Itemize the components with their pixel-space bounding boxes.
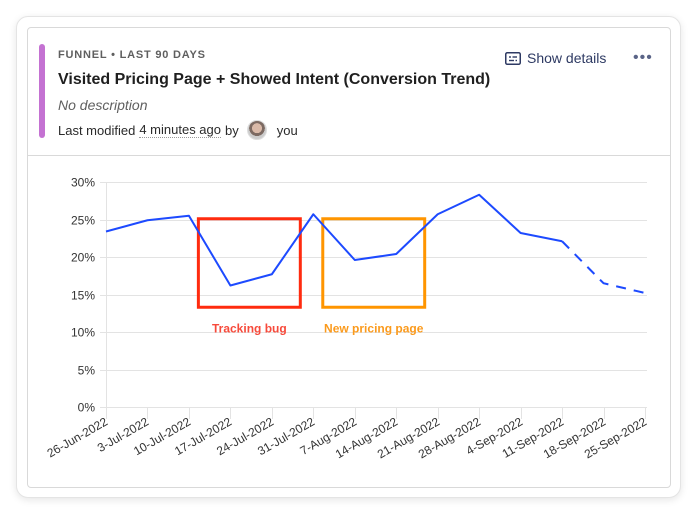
series-line-solid xyxy=(105,193,563,287)
data-point[interactable] xyxy=(144,217,150,223)
data-point[interactable] xyxy=(476,192,482,198)
data-point[interactable] xyxy=(435,211,441,217)
data-point[interactable] xyxy=(559,238,565,244)
data-point[interactable] xyxy=(186,213,192,219)
data-point[interactable] xyxy=(227,283,233,289)
y-tick-label: 15% xyxy=(71,289,95,303)
y-tick-label: 20% xyxy=(71,251,95,265)
data-point[interactable] xyxy=(393,251,399,257)
y-tick-label: 0% xyxy=(78,401,96,415)
conversion-trend-chart: Tracking bug New pricing page 0% 5% 10% 15% 2… xyxy=(45,176,650,462)
data-point[interactable] xyxy=(601,280,607,286)
annotation-label: Tracking bug xyxy=(212,321,287,335)
data-point[interactable] xyxy=(352,257,358,263)
annotation-box xyxy=(321,217,427,309)
data-point[interactable] xyxy=(269,271,275,277)
y-tick-label: 25% xyxy=(71,214,95,228)
annotation-label: New pricing page xyxy=(324,321,424,335)
data-point[interactable] xyxy=(642,290,648,296)
y-tick-label: 10% xyxy=(71,326,95,340)
y-tick-label: 30% xyxy=(71,176,95,190)
annotation-box xyxy=(196,217,302,309)
data-point[interactable] xyxy=(310,211,316,217)
y-tick-label: 5% xyxy=(78,364,96,378)
data-point[interactable] xyxy=(518,230,524,236)
data-point[interactable] xyxy=(103,229,109,235)
